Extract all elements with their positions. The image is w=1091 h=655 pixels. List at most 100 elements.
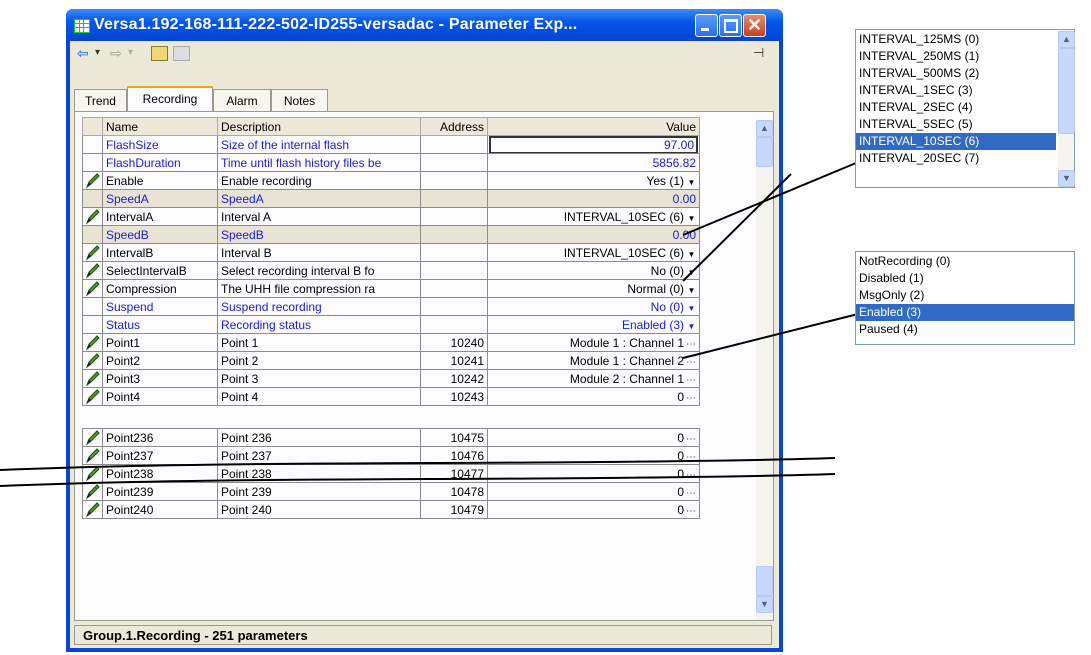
folder-icon[interactable]	[173, 46, 190, 61]
forward-dropdown-icon[interactable]: ▾	[128, 45, 133, 61]
tab-trend[interactable]: Trend	[74, 89, 127, 112]
interval-options-list[interactable]: INTERVAL_125MS (0) INTERVAL_250MS (1) INTE…	[855, 29, 1075, 188]
dropdown-arrow-icon[interactable]: ▼	[687, 286, 696, 295]
title-bar[interactable]: Versa1.192-168-111-222-502-ID255-versada…	[66, 9, 783, 41]
table-row[interactable]: Status Recording status Enabled (3) ▼	[82, 315, 700, 334]
param-value-cell[interactable]: Yes (1) ▼	[487, 171, 700, 190]
param-value-cell[interactable]: No (0) ▼	[487, 261, 700, 280]
list-item[interactable]: NotRecording (0)	[856, 253, 1074, 270]
table-row[interactable]: Suspend Suspend recording No (0) ▼	[82, 297, 700, 316]
param-value-input[interactable]: 97.00	[489, 136, 698, 153]
param-value-cell[interactable]: Module 1 : Channel 2 ⋯	[487, 351, 700, 370]
list-item[interactable]: Disabled (1)	[856, 270, 1074, 287]
maximize-button[interactable]	[719, 14, 742, 37]
back-dropdown-icon[interactable]: ▾	[95, 45, 100, 61]
scroll-thumb-top[interactable]	[756, 137, 773, 167]
list-item[interactable]: INTERVAL_250MS (1)	[856, 48, 1056, 65]
param-value-cell[interactable]: No (0) ▼	[487, 297, 700, 316]
interval-scroll-thumb[interactable]	[1058, 48, 1075, 134]
table-row[interactable]: Point239 Point 239 10478 0 ⋯	[82, 482, 700, 501]
list-item[interactable]: INTERVAL_125MS (0)	[856, 31, 1056, 48]
table-row[interactable]: SpeedA SpeedA 0.00	[82, 189, 700, 208]
ellipsis-button[interactable]: ⋯	[686, 339, 696, 350]
table-row[interactable]: SpeedB SpeedB 0.00	[82, 225, 700, 244]
list-item[interactable]: INTERVAL_500MS (2)	[856, 65, 1056, 82]
ellipsis-button[interactable]: ⋯	[686, 470, 696, 481]
param-value-cell[interactable]: 0.00	[487, 225, 700, 244]
param-value-cell[interactable]: Module 2 : Channel 1 ⋯	[487, 369, 700, 388]
pin-icon[interactable]: ⊣	[753, 45, 764, 61]
ellipsis-button[interactable]: ⋯	[686, 393, 696, 404]
header-value[interactable]: Value	[487, 117, 700, 136]
table-row[interactable]: Point238 Point 238 10477 0 ⋯	[82, 464, 700, 483]
header-name[interactable]: Name	[102, 117, 218, 136]
tab-notes[interactable]: Notes	[271, 89, 328, 112]
table-row[interactable]: Point4 Point 4 10243 0 ⋯	[82, 387, 700, 406]
dropdown-arrow-icon[interactable]: ▼	[687, 304, 696, 313]
param-value-cell[interactable]: 5856.82	[487, 153, 700, 172]
ellipsis-button[interactable]: ⋯	[686, 452, 696, 463]
param-value-cell[interactable]: Module 1 : Channel 1 ⋯	[487, 333, 700, 352]
table-row[interactable]: Point2 Point 2 10241 Module 1 : Channel 2 ⋯	[82, 351, 700, 370]
list-item[interactable]: Paused (4)	[856, 321, 1074, 338]
dropdown-arrow-icon[interactable]: ▼	[687, 322, 696, 331]
param-value-cell[interactable]: Enabled (3) ▼	[487, 315, 700, 334]
table-row[interactable]: Point236 Point 236 10475 0 ⋯	[82, 428, 700, 447]
table-row[interactable]: Point240 Point 240 10479 0 ⋯	[82, 500, 700, 519]
table-row[interactable]: Point3 Point 3 10242 Module 2 : Channel 1 ⋯	[82, 369, 700, 388]
ellipsis-button[interactable]: ⋯	[686, 375, 696, 386]
param-value-cell[interactable]: 0 ⋯	[487, 387, 700, 406]
header-description[interactable]: Description	[217, 117, 421, 136]
table-row[interactable]: FlashDuration Time until flash history fi…	[82, 153, 700, 172]
minimize-button[interactable]	[695, 14, 718, 37]
ellipsis-button[interactable]: ⋯	[686, 357, 696, 368]
table-row[interactable]: Point237 Point 237 10476 0 ⋯	[82, 446, 700, 465]
ellipsis-button[interactable]: ⋯	[686, 434, 696, 445]
header-address[interactable]: Address	[420, 117, 488, 136]
param-value-cell[interactable]: INTERVAL_10SEC (6) ▼	[487, 243, 700, 262]
tab-alarm[interactable]: Alarm	[213, 89, 271, 112]
param-value-cell[interactable]: Normal (0) ▼	[487, 279, 700, 298]
dropdown-arrow-icon[interactable]: ▼	[687, 268, 696, 277]
ellipsis-button[interactable]: ⋯	[686, 506, 696, 517]
close-button[interactable]: ✕	[743, 14, 766, 37]
table-row[interactable]: Compression The UHH file compression ra No…	[82, 279, 700, 298]
list-item[interactable]: INTERVAL_20SEC (7)	[856, 150, 1056, 167]
param-value-cell[interactable]: 0 ⋯	[487, 446, 700, 465]
table-row[interactable]: IntervalB Interval B INTERVAL_10SEC (6) ▼	[82, 243, 700, 262]
list-item[interactable]: INTERVAL_10SEC (6)	[856, 133, 1056, 150]
status-options-list[interactable]: NotRecording (0) Disabled (1) MsgOnly (2) E…	[855, 251, 1075, 345]
interval-scroll-up-icon[interactable]: ▲	[1058, 31, 1075, 48]
scroll-down-arrow-icon[interactable]: ▼	[756, 596, 773, 613]
table-row[interactable]: Enable Enable recording Yes (1) ▼	[82, 171, 700, 190]
list-item[interactable]: INTERVAL_1SEC (3)	[856, 82, 1056, 99]
list-item[interactable]: INTERVAL_2SEC (4)	[856, 99, 1056, 116]
param-value-cell[interactable]: 0 ⋯	[487, 482, 700, 501]
interval-scroll-down-icon[interactable]: ▼	[1058, 170, 1075, 187]
ellipsis-button[interactable]: ⋯	[686, 488, 696, 499]
table-row[interactable]: FlashSize Size of the internal flash 97.00	[82, 135, 700, 154]
scroll-up-arrow-icon[interactable]: ▲	[756, 120, 773, 137]
folder-up-icon[interactable]	[151, 46, 168, 61]
table-row[interactable]: IntervalA Interval A INTERVAL_10SEC (6) ▼	[82, 207, 700, 226]
vertical-scrollbar[interactable]: ▲ ▼	[756, 120, 773, 620]
dropdown-arrow-icon[interactable]: ▼	[687, 250, 696, 259]
table-row[interactable]: SelectIntervalB Select recording interval…	[82, 261, 700, 280]
param-value-cell[interactable]: 97.00	[487, 135, 700, 154]
param-value-cell[interactable]: 0.00	[487, 189, 700, 208]
forward-arrow-icon[interactable]: ⇨	[110, 45, 122, 61]
tab-recording[interactable]: Recording	[127, 86, 213, 114]
interval-list-scrollbar[interactable]: ▲ ▼	[1058, 30, 1075, 187]
scroll-thumb-bottom[interactable]	[756, 566, 773, 596]
table-row[interactable]: Point1 Point 1 10240 Module 1 : Channel 1 ⋯	[82, 333, 700, 352]
dropdown-arrow-icon[interactable]: ▼	[687, 214, 696, 223]
param-value-cell[interactable]: 0 ⋯	[487, 428, 700, 447]
list-item[interactable]: Enabled (3)	[856, 304, 1074, 321]
param-value-cell[interactable]: 0 ⋯	[487, 500, 700, 519]
dropdown-arrow-icon[interactable]: ▼	[687, 178, 696, 187]
back-arrow-icon[interactable]: ⇦	[77, 45, 89, 61]
param-value-cell[interactable]: INTERVAL_10SEC (6) ▼	[487, 207, 700, 226]
list-item[interactable]: MsgOnly (2)	[856, 287, 1074, 304]
list-item[interactable]: INTERVAL_5SEC (5)	[856, 116, 1056, 133]
param-value-cell[interactable]: 0 ⋯	[487, 464, 700, 483]
